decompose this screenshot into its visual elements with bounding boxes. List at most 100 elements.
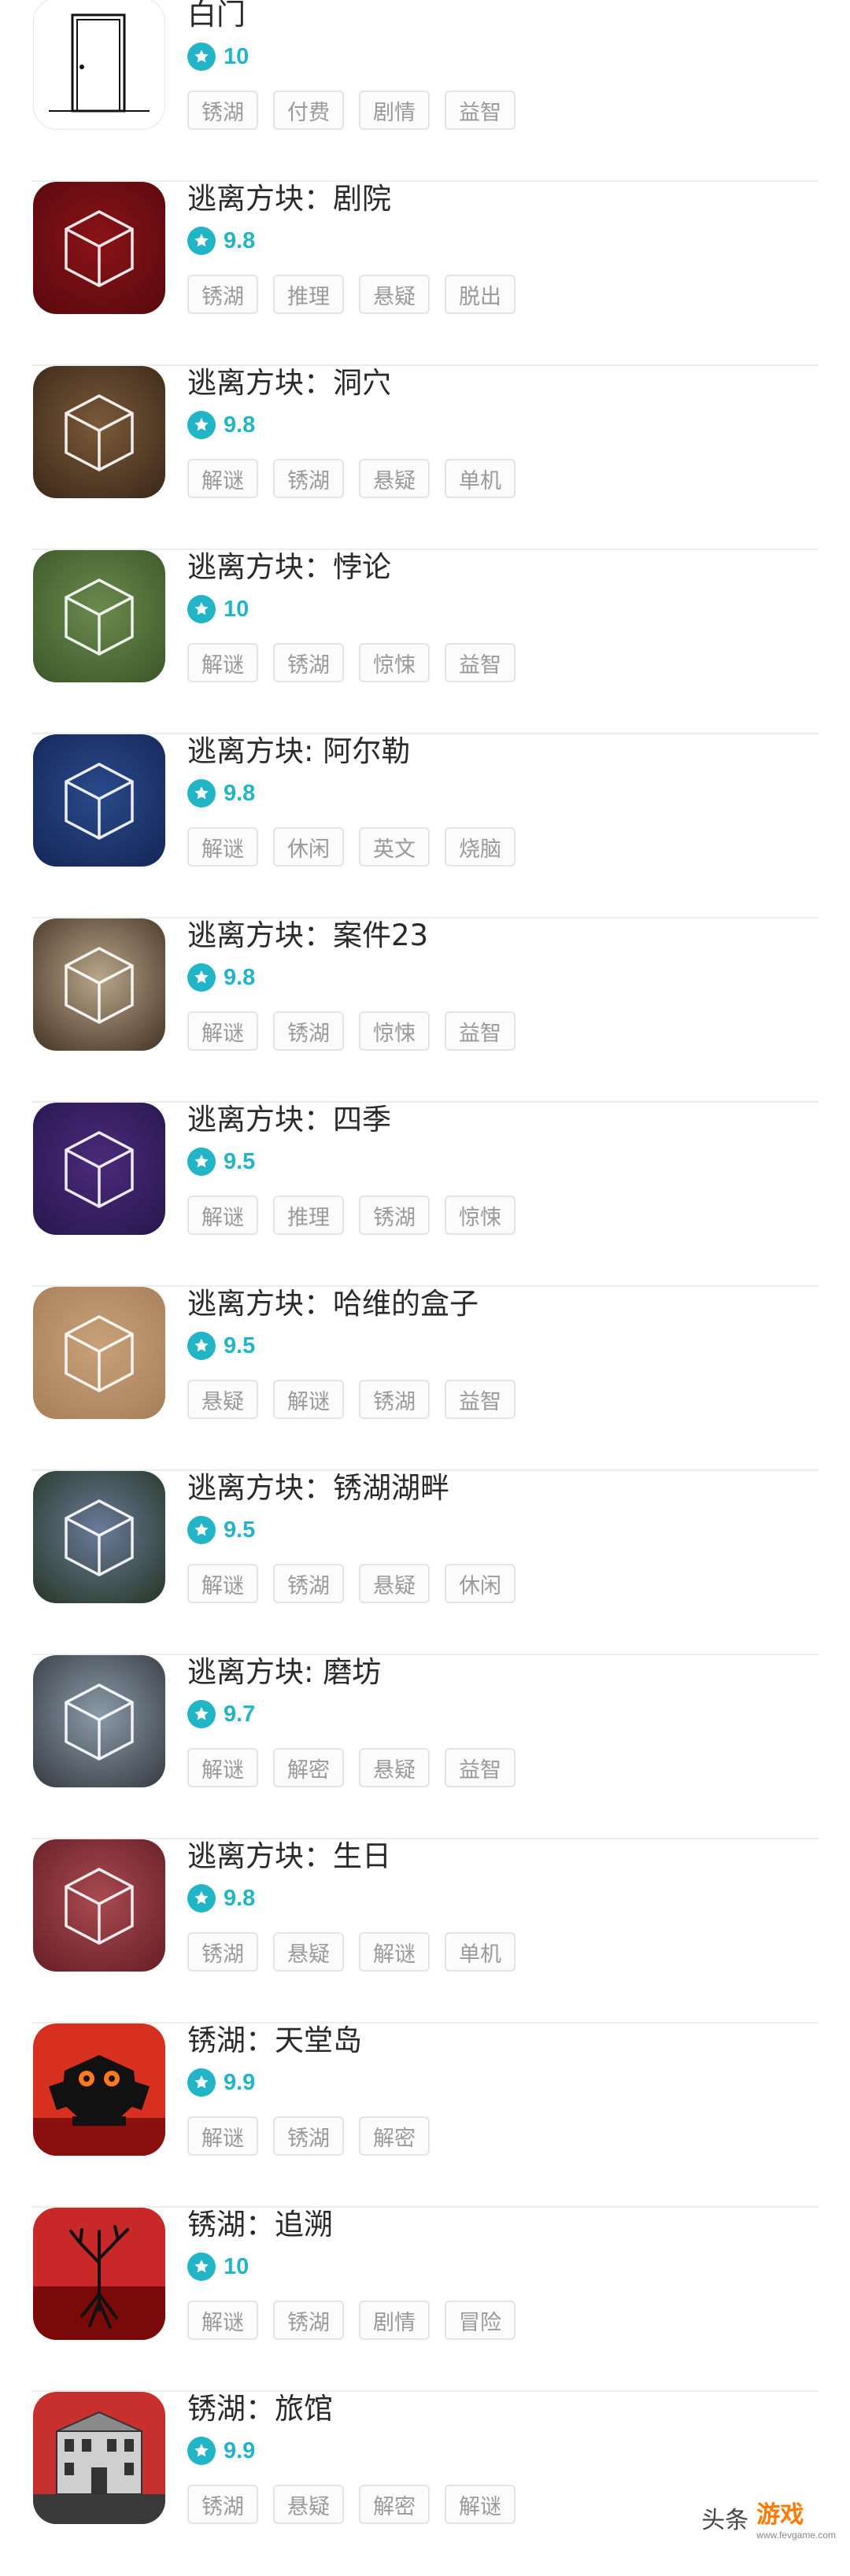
game-tag[interactable]: 解密 — [273, 1748, 344, 1787]
game-list-item[interactable]: 逃离方块：剧院 9.8 锈湖 推理 悬疑 脱出 — [0, 182, 850, 366]
game-tag[interactable]: 冒险 — [445, 2301, 516, 2340]
game-title[interactable]: 逃离方块：哈维的盒子 — [187, 1285, 479, 1323]
game-tag[interactable]: 解密 — [359, 2485, 430, 2524]
game-tag[interactable]: 惊悚 — [445, 1196, 516, 1235]
game-tag[interactable]: 推理 — [273, 275, 344, 314]
game-list-item[interactable]: 锈湖：追溯 10 解谜 锈湖 剧情 冒险 — [0, 2208, 850, 2392]
cube-theatre-icon[interactable] — [33, 182, 165, 314]
game-tag[interactable]: 付费 — [273, 91, 344, 130]
game-tag[interactable]: 解谜 — [187, 643, 258, 682]
game-list-item[interactable]: 逃离方块: 阿尔勒 9.8 解谜 休闲 英文 烧脑 — [0, 734, 850, 918]
game-tag[interactable]: 休闲 — [273, 827, 344, 867]
game-tag[interactable]: 益智 — [445, 91, 516, 130]
game-tag[interactable]: 解谜 — [273, 1380, 344, 1419]
game-title[interactable]: 逃离方块: 磨坊 — [187, 1654, 381, 1691]
game-tag[interactable]: 烧脑 — [445, 827, 516, 867]
game-tag[interactable]: 解密 — [359, 2116, 430, 2156]
game-list-item[interactable]: 逃离方块：洞穴 9.8 解谜 锈湖 悬疑 单机 — [0, 366, 850, 550]
hotel-icon[interactable] — [33, 2392, 165, 2524]
game-title[interactable]: 逃离方块：锈湖湖畔 — [187, 1469, 449, 1507]
game-list-item[interactable]: 白门 10 锈湖 付费 剧情 益智 — [0, 0, 850, 182]
game-tag[interactable]: 锈湖 — [359, 1380, 430, 1419]
game-tag[interactable]: 英文 — [359, 827, 430, 867]
game-tag[interactable]: 锈湖 — [187, 1932, 258, 1972]
game-tag[interactable]: 锈湖 — [273, 2116, 344, 2156]
game-title[interactable]: 逃离方块：洞穴 — [187, 364, 391, 402]
game-tag[interactable]: 益智 — [445, 643, 516, 682]
game-list-item[interactable]: 逃离方块：案件23 9.8 解谜 锈湖 惊悚 益智 — [0, 918, 850, 1103]
game-list-item[interactable]: 锈湖：天堂岛 9.9 解谜 锈湖 解密 — [0, 2023, 850, 2208]
game-tag[interactable]: 悬疑 — [359, 459, 430, 498]
game-title[interactable]: 锈湖：追溯 — [187, 2206, 333, 2244]
game-title[interactable]: 锈湖：旅馆 — [187, 2390, 333, 2428]
game-title[interactable]: 逃离方块：悖论 — [187, 549, 391, 586]
cube-paradox-icon[interactable] — [33, 550, 165, 682]
game-tag[interactable]: 惊悚 — [359, 643, 430, 682]
game-tag[interactable]: 推理 — [273, 1196, 344, 1235]
game-tag[interactable]: 解谜 — [187, 2116, 258, 2156]
game-tag[interactable]: 解谜 — [445, 2485, 516, 2524]
game-title[interactable]: 逃离方块：案件23 — [187, 917, 428, 955]
cube-birthday-icon[interactable] — [33, 1839, 165, 1972]
game-tag[interactable]: 脱出 — [445, 275, 516, 314]
game-tag[interactable]: 解谜 — [187, 1748, 258, 1787]
game-tag[interactable]: 剧情 — [359, 2301, 430, 2340]
game-tag[interactable]: 解谜 — [187, 459, 258, 498]
game-tag[interactable]: 剧情 — [359, 91, 430, 130]
game-tag[interactable]: 解谜 — [187, 2301, 258, 2340]
game-list-item[interactable]: 锈湖：旅馆 9.9 锈湖 悬疑 解密 解谜 — [0, 2392, 850, 2576]
game-tag[interactable]: 解谜 — [187, 1564, 258, 1603]
owl-paradise-icon[interactable] — [33, 2023, 165, 2156]
cube-seasons-icon[interactable] — [33, 1103, 165, 1235]
game-title[interactable]: 逃离方块: 阿尔勒 — [187, 733, 410, 771]
tag-list: 解谜 锈湖 悬疑 单机 — [187, 459, 530, 498]
game-tag[interactable]: 锈湖 — [273, 459, 344, 498]
game-title[interactable]: 白门 — [187, 0, 246, 34]
game-title[interactable]: 逃离方块：剧院 — [187, 180, 391, 218]
cube-case23-icon[interactable] — [33, 918, 165, 1051]
game-tag[interactable]: 益智 — [445, 1011, 516, 1051]
game-list-item[interactable]: 逃离方块：锈湖湖畔 9.5 解谜 锈湖 悬疑 休闲 — [0, 1471, 850, 1655]
white-door-icon[interactable] — [33, 0, 165, 130]
game-list-item[interactable]: 逃离方块：哈维的盒子 9.5 悬疑 解谜 锈湖 益智 — [0, 1287, 850, 1471]
game-title[interactable]: 锈湖：天堂岛 — [187, 2022, 362, 2060]
game-tag[interactable]: 锈湖 — [187, 275, 258, 314]
game-list-item[interactable]: 逃离方块: 磨坊 9.7 解谜 解密 悬疑 益智 — [0, 1655, 850, 1839]
cube-lake-icon[interactable] — [33, 1471, 165, 1603]
cube-cave-icon[interactable] — [33, 366, 165, 498]
game-tag[interactable]: 解谜 — [187, 827, 258, 867]
game-tag[interactable]: 解谜 — [187, 1011, 258, 1051]
game-list-item[interactable]: 逃离方块：悖论 10 解谜 锈湖 惊悚 益智 — [0, 550, 850, 734]
game-tag[interactable]: 益智 — [445, 1748, 516, 1787]
cube-harveys-box-icon[interactable] — [33, 1287, 165, 1419]
game-tag[interactable]: 锈湖 — [273, 2301, 344, 2340]
game-title[interactable]: 逃离方块：生日 — [187, 1838, 391, 1876]
game-list-item[interactable]: 逃离方块：生日 9.8 锈湖 悬疑 解谜 单机 — [0, 1839, 850, 2023]
cube-mill-icon[interactable] — [33, 1655, 165, 1787]
game-tag[interactable]: 单机 — [445, 1932, 516, 1972]
game-tag[interactable]: 锈湖 — [273, 1564, 344, 1603]
game-tag[interactable]: 悬疑 — [359, 1748, 430, 1787]
game-tag[interactable]: 解谜 — [359, 1932, 430, 1972]
tree-roots-icon[interactable] — [33, 2208, 165, 2340]
game-tag[interactable]: 锈湖 — [187, 2485, 258, 2524]
game-title[interactable]: 逃离方块：四季 — [187, 1101, 391, 1139]
game-tag[interactable]: 悬疑 — [359, 1564, 430, 1603]
game-tag[interactable]: 益智 — [445, 1380, 516, 1419]
game-tag[interactable]: 锈湖 — [273, 643, 344, 682]
game-list-item[interactable]: 逃离方块：四季 9.5 解谜 推理 锈湖 惊悚 — [0, 1103, 850, 1287]
game-tag[interactable]: 锈湖 — [273, 1011, 344, 1051]
game-tag[interactable]: 悬疑 — [273, 1932, 344, 1972]
cube-arles-icon[interactable] — [33, 734, 165, 867]
game-tag[interactable]: 悬疑 — [359, 275, 430, 314]
game-tag[interactable]: 休闲 — [445, 1564, 516, 1603]
game-tag[interactable]: 悬疑 — [273, 2485, 344, 2524]
game-tag[interactable]: 单机 — [445, 459, 516, 498]
rating-score: 9.5 — [224, 1148, 256, 1174]
game-tag[interactable]: 锈湖 — [359, 1196, 430, 1235]
game-tag[interactable]: 锈湖 — [187, 91, 258, 130]
star-icon — [187, 779, 216, 808]
game-tag[interactable]: 惊悚 — [359, 1011, 430, 1051]
game-tag[interactable]: 解谜 — [187, 1196, 258, 1235]
game-tag[interactable]: 悬疑 — [187, 1380, 258, 1419]
